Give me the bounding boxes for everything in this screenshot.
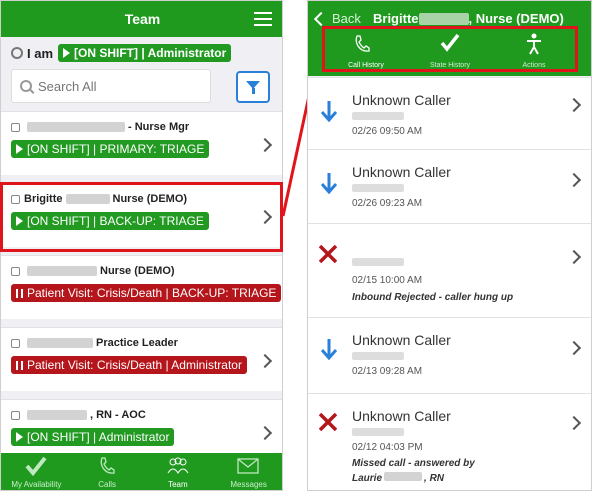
- contact-title: Brigitte , Nurse (DEMO): [373, 11, 564, 26]
- incoming-call-arrow-icon: [320, 101, 338, 122]
- bottom-tab-bar: My Availability Calls Team Messages: [1, 453, 282, 490]
- user-icon: [11, 338, 20, 348]
- my-status-badge[interactable]: [ON SHIFT] | Administrator: [58, 44, 232, 62]
- chevron-right-icon: [257, 353, 273, 369]
- composite-screenshot: Team I am [ON SHIFT] | Administrator - N: [0, 0, 592, 491]
- iam-label: I am: [27, 45, 54, 61]
- chevron-right-icon: [566, 340, 582, 356]
- member-status-badge: [ON SHIFT] | BACK-UP: TRIAGE: [11, 212, 209, 230]
- member-name: Nurse (DEMO): [11, 265, 175, 277]
- user-icon: [11, 194, 20, 204]
- back-button[interactable]: Back: [313, 11, 361, 26]
- missed-call-answered-by: Laurie, RN: [352, 472, 445, 484]
- tab-call-history[interactable]: Call History: [324, 31, 408, 71]
- chevron-right-icon: [566, 97, 582, 113]
- person-icon: [527, 33, 541, 55]
- user-icon: [11, 410, 20, 420]
- tab-team[interactable]: Team: [143, 453, 214, 490]
- play-icon: [63, 48, 71, 58]
- play-icon: [16, 216, 23, 226]
- team-member-row[interactable]: Brigitte Nurse (DEMO) [ON SHIFT] | BACK-…: [1, 183, 282, 247]
- member-name: , RN - AOC: [11, 409, 146, 421]
- team-screen: Team I am [ON SHIFT] | Administrator - N: [0, 0, 283, 491]
- member-status-badge: [ON SHIFT] | PRIMARY: TRIAGE: [11, 140, 210, 158]
- tab-actions[interactable]: Actions: [492, 31, 576, 71]
- incoming-call-arrow-icon: [320, 173, 338, 194]
- detail-header: Back Brigitte , Nurse (DEMO) Call Histor…: [308, 1, 591, 76]
- search-box: [11, 69, 211, 103]
- team-member-row[interactable]: Nurse (DEMO) Patient Visit: Crisis/Death…: [1, 255, 282, 319]
- caller-number: [352, 352, 404, 360]
- tab-my-availability[interactable]: My Availability: [1, 453, 72, 490]
- phone-icon: [355, 35, 370, 52]
- team-member-row[interactable]: Practice Leader Patient Visit: Crisis/De…: [1, 327, 282, 391]
- pause-icon: [16, 360, 23, 370]
- caller-number: [352, 428, 404, 436]
- chevron-right-icon: [257, 425, 273, 441]
- missed-call-x-icon: [318, 412, 338, 432]
- search-input[interactable]: [38, 78, 198, 94]
- chevron-right-icon: [257, 137, 273, 153]
- tab-calls[interactable]: Calls: [72, 453, 143, 490]
- caller-number: [352, 112, 404, 120]
- play-icon: [16, 432, 23, 442]
- team-header: Team: [1, 1, 282, 37]
- call-history-row[interactable]: Unknown Caller 02/13 09:28 AM: [308, 317, 591, 393]
- chevron-right-icon: [257, 209, 273, 225]
- hamburger-menu-icon[interactable]: [254, 12, 272, 26]
- user-icon: [11, 266, 20, 276]
- detail-subtabs: Call History State History Actions: [324, 31, 576, 71]
- member-status-badge: [ON SHIFT] | Administrator: [11, 428, 175, 446]
- search-icon: [20, 80, 32, 92]
- chevron-left-icon: [313, 11, 329, 26]
- play-icon: [16, 144, 23, 154]
- team-member-row[interactable]: - Nurse Mgr [ON SHIFT] | PRIMARY: TRIAGE: [1, 111, 282, 175]
- team-icon: [167, 457, 188, 474]
- checkmark-icon: [440, 33, 460, 52]
- gear-icon: [11, 47, 23, 59]
- chevron-right-icon: [566, 415, 582, 431]
- filter-button[interactable]: [236, 71, 270, 103]
- call-history-row[interactable]: Unknown Caller 02/26 09:23 AM: [308, 149, 591, 223]
- phone-icon: [100, 457, 115, 474]
- checkmark-icon: [25, 456, 47, 476]
- incoming-call-arrow-icon: [320, 339, 338, 360]
- member-name: Brigitte Nurse (DEMO): [11, 193, 187, 205]
- user-icon: [11, 122, 20, 132]
- call-history-row[interactable]: 02/15 10:00 AM Inbound Rejected - caller…: [308, 223, 591, 317]
- member-status-badge: Patient Visit: Crisis/Death | BACK-UP: T…: [11, 284, 282, 302]
- call-history-row[interactable]: Unknown Caller 02/26 09:50 AM: [308, 77, 591, 149]
- member-detail-screen: Back Brigitte , Nurse (DEMO) Call Histor…: [307, 0, 592, 491]
- caller-number: [352, 258, 404, 266]
- pause-icon: [16, 288, 23, 298]
- tab-state-history[interactable]: State History: [408, 31, 492, 71]
- tab-messages[interactable]: Messages: [213, 453, 282, 490]
- member-name: - Nurse Mgr: [11, 121, 189, 133]
- chevron-right-icon: [566, 172, 582, 188]
- page-title: Team: [124, 11, 161, 27]
- my-status-row: I am [ON SHIFT] | Administrator: [11, 43, 232, 63]
- rejected-call-x-icon: [318, 244, 338, 264]
- envelope-icon: [237, 458, 259, 474]
- caller-number: [352, 184, 404, 192]
- member-name: Practice Leader: [11, 337, 178, 349]
- member-status-badge: Patient Visit: Crisis/Death | Administra…: [11, 356, 247, 374]
- chevron-right-icon: [566, 249, 582, 265]
- call-history-row[interactable]: Unknown Caller 02/12 04:03 PM Missed cal…: [308, 393, 591, 490]
- team-member-row[interactable]: , RN - AOC [ON SHIFT] | Administrator: [1, 399, 282, 455]
